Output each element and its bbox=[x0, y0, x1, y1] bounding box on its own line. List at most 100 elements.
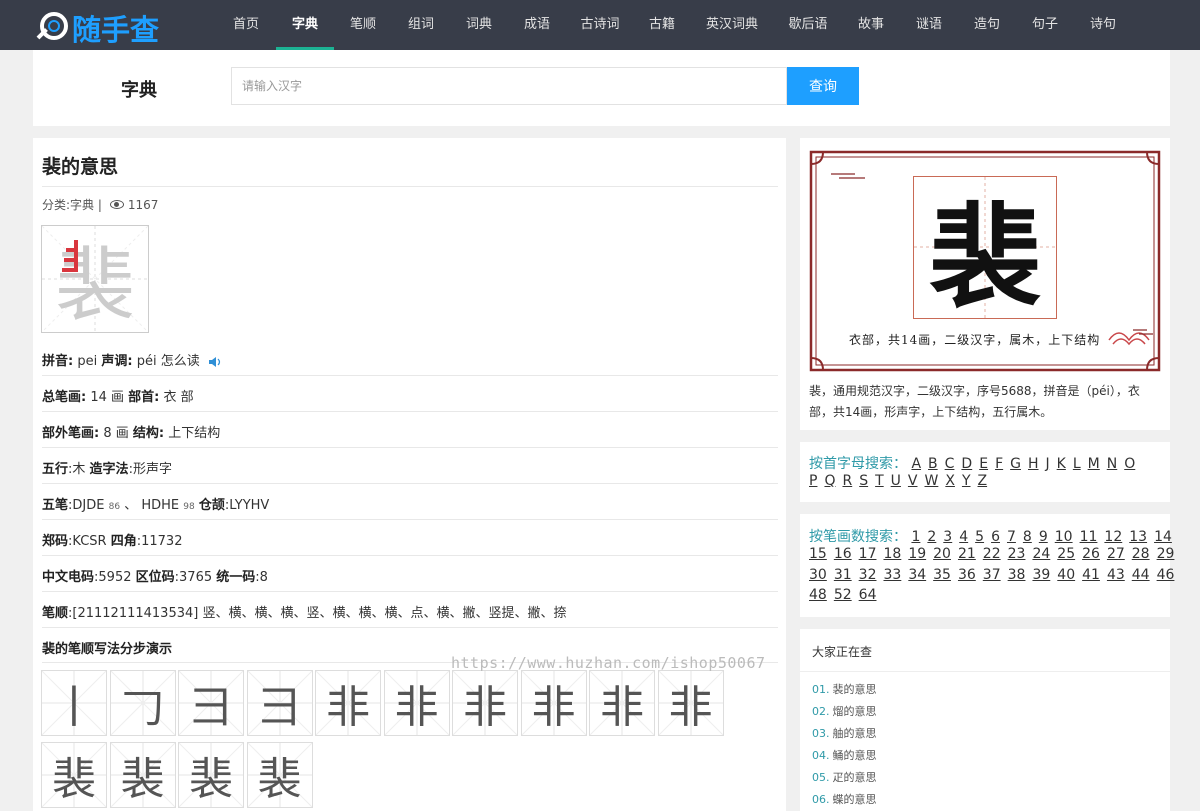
hot-list-item[interactable]: 01. 裴的意思 bbox=[812, 681, 877, 703]
nav-item[interactable]: 故事 bbox=[842, 0, 900, 50]
hot-item-link[interactable]: 裴的意思 bbox=[833, 683, 877, 696]
index-link[interactable]: 22 bbox=[983, 546, 1001, 562]
nav-item[interactable]: 谜语 bbox=[900, 0, 958, 50]
index-link[interactable]: 28 bbox=[1132, 546, 1150, 562]
index-link[interactable]: 64 bbox=[859, 587, 877, 603]
index-link[interactable]: W bbox=[925, 473, 939, 489]
index-link[interactable]: 33 bbox=[883, 567, 901, 583]
hot-item-link[interactable]: 鲬的意思 bbox=[833, 749, 877, 762]
nav-item[interactable]: 古籍 bbox=[634, 0, 690, 50]
index-link[interactable]: A bbox=[911, 456, 921, 472]
hot-list-item[interactable]: 05. 疋的意思 bbox=[812, 769, 877, 791]
nav-item[interactable]: 句子 bbox=[1016, 0, 1074, 50]
index-link[interactable]: K bbox=[1057, 456, 1066, 472]
index-link[interactable]: O bbox=[1124, 456, 1135, 472]
index-link[interactable]: 7 bbox=[1007, 529, 1016, 545]
index-link[interactable]: Q bbox=[824, 473, 835, 489]
hot-list-item[interactable]: 03. 舳的意思 bbox=[812, 725, 877, 747]
index-link[interactable]: B bbox=[928, 456, 938, 472]
index-link[interactable]: M bbox=[1088, 456, 1100, 472]
index-link[interactable]: 19 bbox=[908, 546, 926, 562]
index-link[interactable]: 5 bbox=[975, 529, 984, 545]
index-link[interactable]: R bbox=[842, 473, 852, 489]
index-link[interactable]: 48 bbox=[809, 587, 827, 603]
index-link[interactable]: 9 bbox=[1039, 529, 1048, 545]
index-link[interactable]: 31 bbox=[834, 567, 852, 583]
nav-item[interactable]: 英汉词典 bbox=[690, 0, 774, 50]
index-link[interactable]: 36 bbox=[958, 567, 976, 583]
speaker-icon[interactable] bbox=[208, 356, 222, 368]
index-link[interactable]: 43 bbox=[1107, 567, 1125, 583]
index-link[interactable]: 30 bbox=[809, 567, 827, 583]
index-link[interactable]: 41 bbox=[1082, 567, 1100, 583]
nav-item[interactable]: 诗句 bbox=[1074, 0, 1132, 50]
index-link[interactable]: 34 bbox=[908, 567, 926, 583]
search-button[interactable]: 查询 bbox=[787, 67, 859, 105]
nav-item[interactable]: 古诗词 bbox=[566, 0, 634, 50]
index-link[interactable]: 2 bbox=[927, 529, 936, 545]
index-link[interactable]: 21 bbox=[958, 546, 976, 562]
index-link[interactable]: 24 bbox=[1032, 546, 1050, 562]
index-link[interactable]: Z bbox=[978, 473, 988, 489]
index-link[interactable]: J bbox=[1046, 456, 1050, 472]
hot-list-item[interactable]: 02. 熘的意思 bbox=[812, 703, 877, 725]
index-link[interactable]: 14 bbox=[1154, 529, 1172, 545]
index-link[interactable]: 38 bbox=[1008, 567, 1026, 583]
hot-item-link[interactable]: 疋的意思 bbox=[833, 771, 877, 784]
index-link[interactable]: 46 bbox=[1157, 567, 1175, 583]
index-link[interactable]: X bbox=[945, 473, 955, 489]
index-link[interactable]: 15 bbox=[809, 546, 827, 562]
index-link[interactable]: 52 bbox=[834, 587, 852, 603]
index-link[interactable]: 23 bbox=[1008, 546, 1026, 562]
index-link[interactable]: P bbox=[809, 473, 817, 489]
nav-item[interactable]: 歇后语 bbox=[774, 0, 842, 50]
index-link[interactable]: 26 bbox=[1082, 546, 1100, 562]
nav-item[interactable]: 笔顺 bbox=[334, 0, 392, 50]
hot-list-item[interactable]: 06. 蝶的意思 bbox=[812, 791, 877, 811]
index-link[interactable]: 18 bbox=[883, 546, 901, 562]
index-link[interactable]: 17 bbox=[859, 546, 877, 562]
index-link[interactable]: 29 bbox=[1157, 546, 1175, 562]
index-link[interactable]: 37 bbox=[983, 567, 1001, 583]
index-link[interactable]: 39 bbox=[1032, 567, 1050, 583]
index-link[interactable]: 20 bbox=[933, 546, 951, 562]
index-link[interactable]: 4 bbox=[959, 529, 968, 545]
hot-item-link[interactable]: 熘的意思 bbox=[833, 705, 877, 718]
hot-item-link[interactable]: 蝶的意思 bbox=[833, 793, 877, 806]
nav-item[interactable]: 成语 bbox=[508, 0, 566, 50]
index-link[interactable]: L bbox=[1073, 456, 1081, 472]
index-link[interactable]: 10 bbox=[1055, 529, 1073, 545]
index-link[interactable]: V bbox=[908, 473, 918, 489]
index-link[interactable]: 8 bbox=[1023, 529, 1032, 545]
index-link[interactable]: 1 bbox=[911, 529, 920, 545]
index-link[interactable]: N bbox=[1107, 456, 1117, 472]
index-link[interactable]: Y bbox=[962, 473, 971, 489]
hot-list-item[interactable]: 04. 鲬的意思 bbox=[812, 747, 877, 769]
nav-item[interactable]: 组词 bbox=[392, 0, 450, 50]
index-link[interactable]: C bbox=[945, 456, 955, 472]
index-link[interactable]: G bbox=[1010, 456, 1021, 472]
nav-item[interactable]: 造句 bbox=[958, 0, 1016, 50]
index-link[interactable]: 32 bbox=[859, 567, 877, 583]
index-link[interactable]: F bbox=[995, 456, 1003, 472]
search-input[interactable] bbox=[231, 67, 787, 105]
index-link[interactable]: S bbox=[859, 473, 868, 489]
index-link[interactable]: H bbox=[1028, 456, 1039, 472]
index-link[interactable]: 27 bbox=[1107, 546, 1125, 562]
index-link[interactable]: E bbox=[979, 456, 988, 472]
index-link[interactable]: 44 bbox=[1132, 567, 1150, 583]
index-link[interactable]: U bbox=[891, 473, 901, 489]
index-link[interactable]: 6 bbox=[991, 529, 1000, 545]
nav-item[interactable]: 词典 bbox=[450, 0, 508, 50]
index-link[interactable]: 13 bbox=[1129, 529, 1147, 545]
index-link[interactable]: 12 bbox=[1104, 529, 1122, 545]
hot-item-link[interactable]: 舳的意思 bbox=[833, 727, 877, 740]
index-link[interactable]: 25 bbox=[1057, 546, 1075, 562]
site-logo[interactable]: 随手查 bbox=[36, 6, 188, 47]
nav-item[interactable]: 首页 bbox=[216, 0, 276, 50]
index-link[interactable]: 16 bbox=[834, 546, 852, 562]
index-link[interactable]: 35 bbox=[933, 567, 951, 583]
index-link[interactable]: D bbox=[961, 456, 972, 472]
index-link[interactable]: 40 bbox=[1057, 567, 1075, 583]
nav-item[interactable]: 字典 bbox=[276, 0, 334, 50]
